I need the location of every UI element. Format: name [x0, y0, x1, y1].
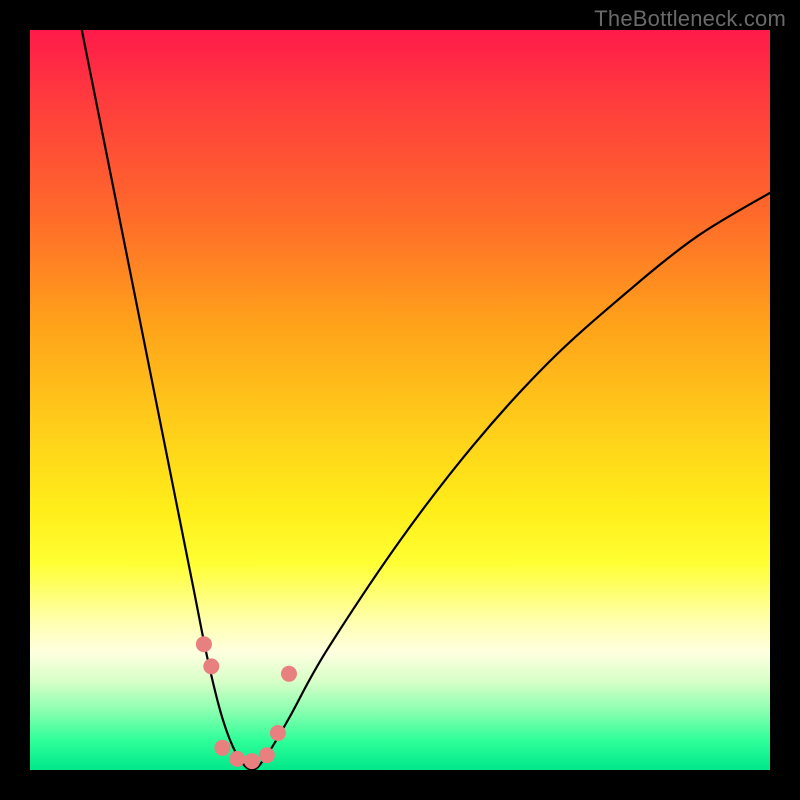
- marker-point: [270, 725, 286, 741]
- marker-point: [259, 747, 275, 763]
- marker-point: [196, 636, 212, 652]
- watermark-text: TheBottleneck.com: [594, 6, 786, 32]
- marker-point: [229, 751, 245, 767]
- chart-plot-area: [30, 30, 770, 770]
- bottleneck-curve-line: [82, 30, 770, 770]
- highlighted-markers: [196, 636, 297, 769]
- marker-point: [244, 753, 260, 769]
- marker-point: [214, 740, 230, 756]
- marker-point: [203, 658, 219, 674]
- chart-svg: [30, 30, 770, 770]
- marker-point: [281, 666, 297, 682]
